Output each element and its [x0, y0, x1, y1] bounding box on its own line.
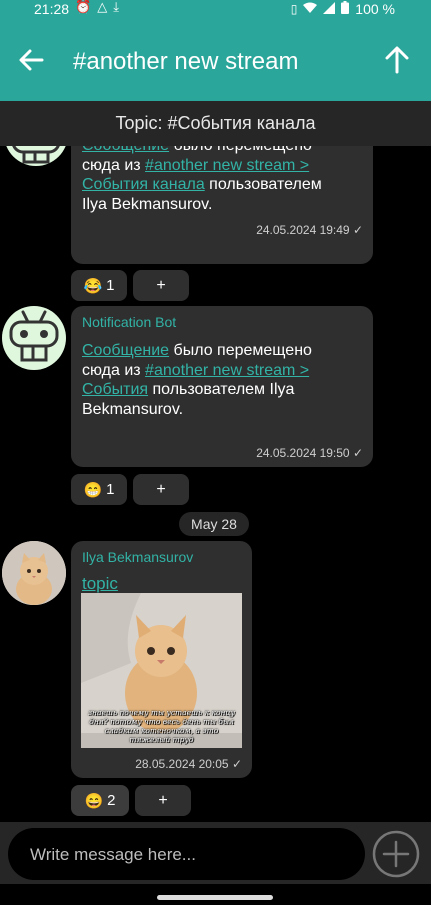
- avatar[interactable]: [2, 541, 66, 605]
- plus-icon: +: [156, 276, 166, 294]
- arrow-up-icon: [385, 46, 409, 74]
- alarm-icon: ⏰: [75, 0, 92, 15]
- wifi-icon: [303, 1, 318, 17]
- reaction-chip[interactable]: 😁 1: [71, 474, 127, 505]
- reaction-chip[interactable]: 😂 1: [71, 270, 127, 301]
- message-bubble[interactable]: Сообщение было перемещено сюда из #anoth…: [71, 146, 373, 264]
- back-button[interactable]: [16, 44, 48, 76]
- plus-icon: +: [158, 791, 168, 809]
- topic-link[interactable]: topic: [82, 574, 344, 594]
- sender-name[interactable]: Ilya Bekmansurov: [82, 549, 193, 565]
- system-nav-bar: [0, 884, 431, 905]
- topic-bar[interactable]: Topic: #События канала: [0, 101, 431, 146]
- bot-icon: [9, 310, 59, 362]
- message-link[interactable]: Сообщение: [82, 146, 169, 154]
- composer: [0, 822, 431, 884]
- reaction-chip[interactable]: 😄 2: [71, 785, 129, 816]
- date-separator: May 28: [179, 512, 249, 536]
- message-time: 24.05.2024 19:49 ✓: [256, 223, 363, 237]
- status-time: 21:28: [34, 1, 70, 17]
- topic-link-text[interactable]: topic: [82, 574, 118, 593]
- arrow-left-icon: [19, 49, 44, 71]
- emoji-icon: 😂: [83, 277, 103, 295]
- add-reaction-button[interactable]: +: [133, 474, 189, 505]
- signal-icon: [323, 1, 336, 17]
- emoji-icon: 😁: [83, 481, 103, 499]
- message-text: Сообщение было перемещено сюда из #anoth…: [82, 341, 344, 419]
- message-bubble[interactable]: Ilya Bekmansurov topic знаешь почему ты …: [71, 541, 252, 778]
- download-icon: ⤓: [113, 0, 119, 15]
- kitten-avatar-icon: [2, 541, 66, 605]
- bot-icon: [12, 146, 60, 164]
- message-feed[interactable]: Сообщение было перемещено сюда из #anoth…: [0, 146, 431, 822]
- message-input-wrapper[interactable]: [8, 828, 365, 882]
- scroll-up-button[interactable]: [381, 44, 413, 76]
- message-text: Сообщение было перемещено сюда из #anoth…: [82, 146, 344, 214]
- status-left-icons: ⏰ △ ⤓: [75, 0, 119, 15]
- message-bubble[interactable]: Notification Bot Сообщение было перемеще…: [71, 306, 373, 467]
- reaction-count: 1: [106, 277, 115, 294]
- sender-name[interactable]: Notification Bot: [82, 314, 176, 330]
- emoji-icon: 😄: [84, 792, 104, 810]
- status-bar: 21:28 ⏰ △ ⤓ ▯ 100 %: [0, 0, 431, 20]
- vibrate-icon: ▯: [290, 2, 298, 16]
- reaction-count: 2: [107, 792, 116, 809]
- battery-icon: [341, 1, 350, 17]
- message-input[interactable]: [28, 828, 352, 882]
- plus-icon: +: [156, 480, 166, 498]
- message-time: 24.05.2024 19:50 ✓: [256, 446, 363, 460]
- message-link[interactable]: Сообщение: [82, 342, 169, 359]
- plus-circle-icon: [372, 830, 420, 878]
- add-attachment-button[interactable]: [372, 830, 420, 878]
- stream-title: #another new stream: [73, 48, 299, 75]
- reaction-count: 1: [106, 481, 115, 498]
- add-reaction-button[interactable]: +: [135, 785, 191, 816]
- add-reaction-button[interactable]: +: [133, 270, 189, 301]
- image-attachment[interactable]: знаешь почему ты устаешь к концу дня? по…: [81, 593, 242, 748]
- app-bar: #another new stream: [0, 20, 431, 101]
- drive-icon: △: [97, 0, 108, 15]
- image-caption: знаешь почему ты устаешь к концу дня? по…: [87, 708, 236, 744]
- battery-text: 100 %: [355, 1, 395, 17]
- avatar[interactable]: [4, 146, 68, 166]
- status-right: ▯ 100 %: [291, 1, 395, 17]
- home-indicator[interactable]: [157, 895, 273, 900]
- message-time: 28.05.2024 20:05 ✓: [135, 757, 242, 771]
- avatar[interactable]: [2, 306, 66, 370]
